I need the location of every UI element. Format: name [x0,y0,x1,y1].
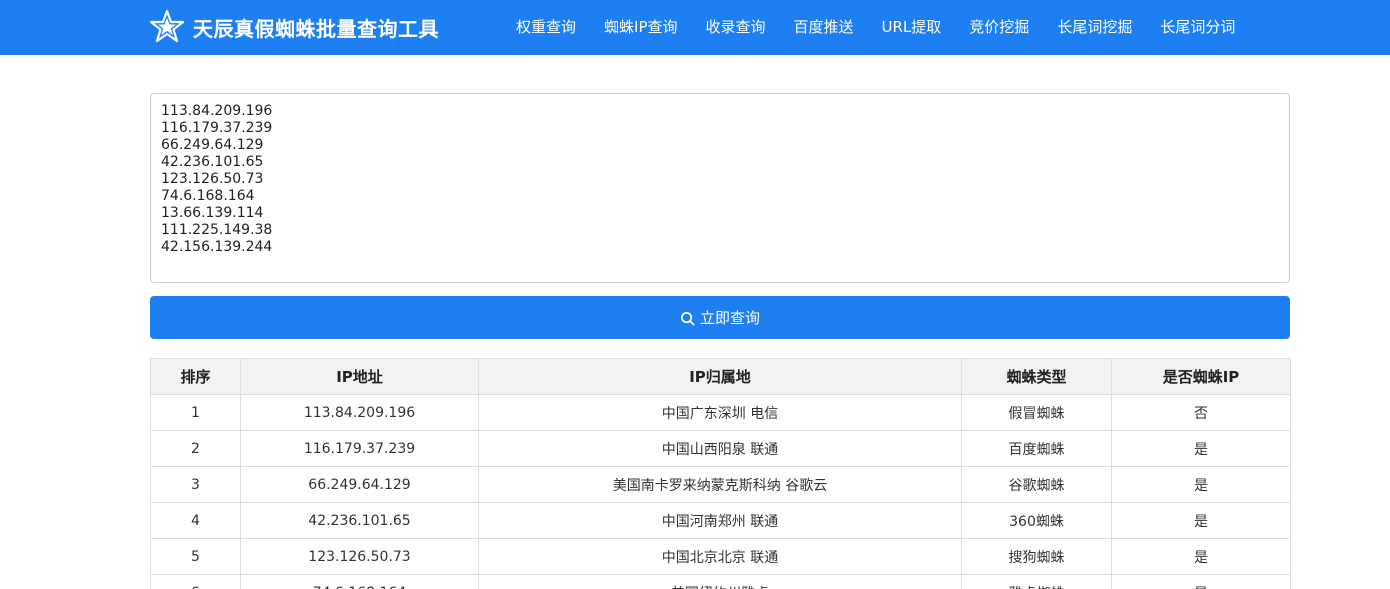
cell-spider-type: 谷歌蜘蛛 [961,466,1112,503]
site-logo[interactable]: 天辰真假蜘蛛批量查询工具 [149,9,439,45]
column-header-location: IP归属地 [478,358,962,395]
table-row: 2 116.179.37.239 中国山西阳泉 联通 百度蜘蛛是 [150,430,1291,467]
top-navbar: 天辰真假蜘蛛批量查询工具 权重查询 蜘蛛IP查询 收录查询 百度推送 URL提取… [0,0,1390,55]
cell-rank: 4 [150,502,241,539]
query-now-button[interactable]: 立即查询 [150,296,1290,339]
cell-rank: 2 [150,430,241,467]
column-header-rank: 排序 [150,358,241,395]
nav-item-baidu-push[interactable]: 百度推送 [780,0,868,55]
column-header-spider-type: 蜘蛛类型 [961,358,1112,395]
cell-is-spider: 是 [1111,502,1291,539]
column-header-is-spider: 是否蜘蛛IP [1111,358,1291,395]
nav-item-url-extract[interactable]: URL提取 [868,0,956,55]
table-row: 5 123.126.50.73 中国北京北京 联通 搜狗蜘蛛是 [150,538,1291,575]
cell-spider-type: 假冒蜘蛛 [961,394,1112,431]
cell-ip: 123.126.50.73 [240,538,479,575]
nav-item-bidding-mining[interactable]: 竞价挖掘 [955,0,1043,55]
nav-item-spider-ip-query[interactable]: 蜘蛛IP查询 [590,0,691,55]
cell-rank: 5 [150,538,241,575]
cell-spider-type: 雅虎蜘蛛 [961,574,1112,589]
nav-item-index-query[interactable]: 收录查询 [692,0,780,55]
cell-location: 中国广东深圳 电信 [478,394,962,431]
table-row: 674.6.168.164美国纽约州雅虎雅虎蜘蛛是 [150,574,1291,589]
table-header-row: 排序 IP地址 IP归属地 蜘蛛类型 是否蜘蛛IP [150,358,1291,395]
cell-is-spider: 否 [1111,394,1291,431]
cell-ip: 42.236.101.65 [240,502,479,539]
cell-spider-type: 360蜘蛛 [961,502,1112,539]
nav-item-weight-query[interactable]: 权重查询 [502,0,590,55]
cell-location: 中国山西阳泉 联通 [478,430,962,467]
cell-location: 美国纽约州雅虎 [478,574,962,589]
table-row: 4 42.236.101.65 中国河南郑州 联通 360蜘蛛是 [150,502,1291,539]
cell-ip: 116.179.37.239 [240,430,479,467]
cell-spider-type: 搜狗蜘蛛 [961,538,1112,575]
cell-location: 中国北京北京 联通 [478,538,962,575]
results-body: 1 113.84.209.196 中国广东深圳 电信 假冒蜘蛛否 2 116.179.37… [150,394,1291,589]
search-icon [681,312,695,326]
main-nav: 权重查询 蜘蛛IP查询 收录查询 百度推送 URL提取 竞价挖掘 长尾词挖掘 长… [502,0,1249,55]
star-logo-icon [149,9,185,43]
cell-ip: 113.84.209.196 [240,394,479,431]
nav-item-longtail-segmentation[interactable]: 长尾词分词 [1146,0,1249,55]
cell-ip: 74.6.168.164 [240,574,479,589]
table-row: 1 113.84.209.196 中国广东深圳 电信 假冒蜘蛛否 [150,394,1291,431]
results-table: 排序 IP地址 IP归属地 蜘蛛类型 是否蜘蛛IP 1 113.84.209.19… [150,358,1291,589]
cell-location: 美国南卡罗来纳蒙克斯科纳 谷歌云 [478,466,962,503]
cell-location: 中国河南郑州 联通 [478,502,962,539]
site-title: 天辰真假蜘蛛批量查询工具 [193,16,439,41]
cell-rank: 3 [150,466,241,503]
cell-rank: 6 [150,574,241,589]
ip-list-input[interactable] [150,93,1290,283]
nav-item-longtail-mining[interactable]: 长尾词挖掘 [1043,0,1146,55]
cell-is-spider: 是 [1111,466,1291,503]
cell-is-spider: 是 [1111,574,1291,589]
cell-spider-type: 百度蜘蛛 [961,430,1112,467]
cell-is-spider: 是 [1111,538,1291,575]
cell-ip: 66.249.64.129 [240,466,479,503]
column-header-ip: IP地址 [240,358,479,395]
table-row: 3 66.249.64.129 美国南卡罗来纳蒙克斯科纳 谷歌云 谷歌蜘蛛是 [150,466,1291,503]
cell-is-spider: 是 [1111,430,1291,467]
cell-rank: 1 [150,394,241,431]
query-button-label: 立即查询 [699,309,760,327]
